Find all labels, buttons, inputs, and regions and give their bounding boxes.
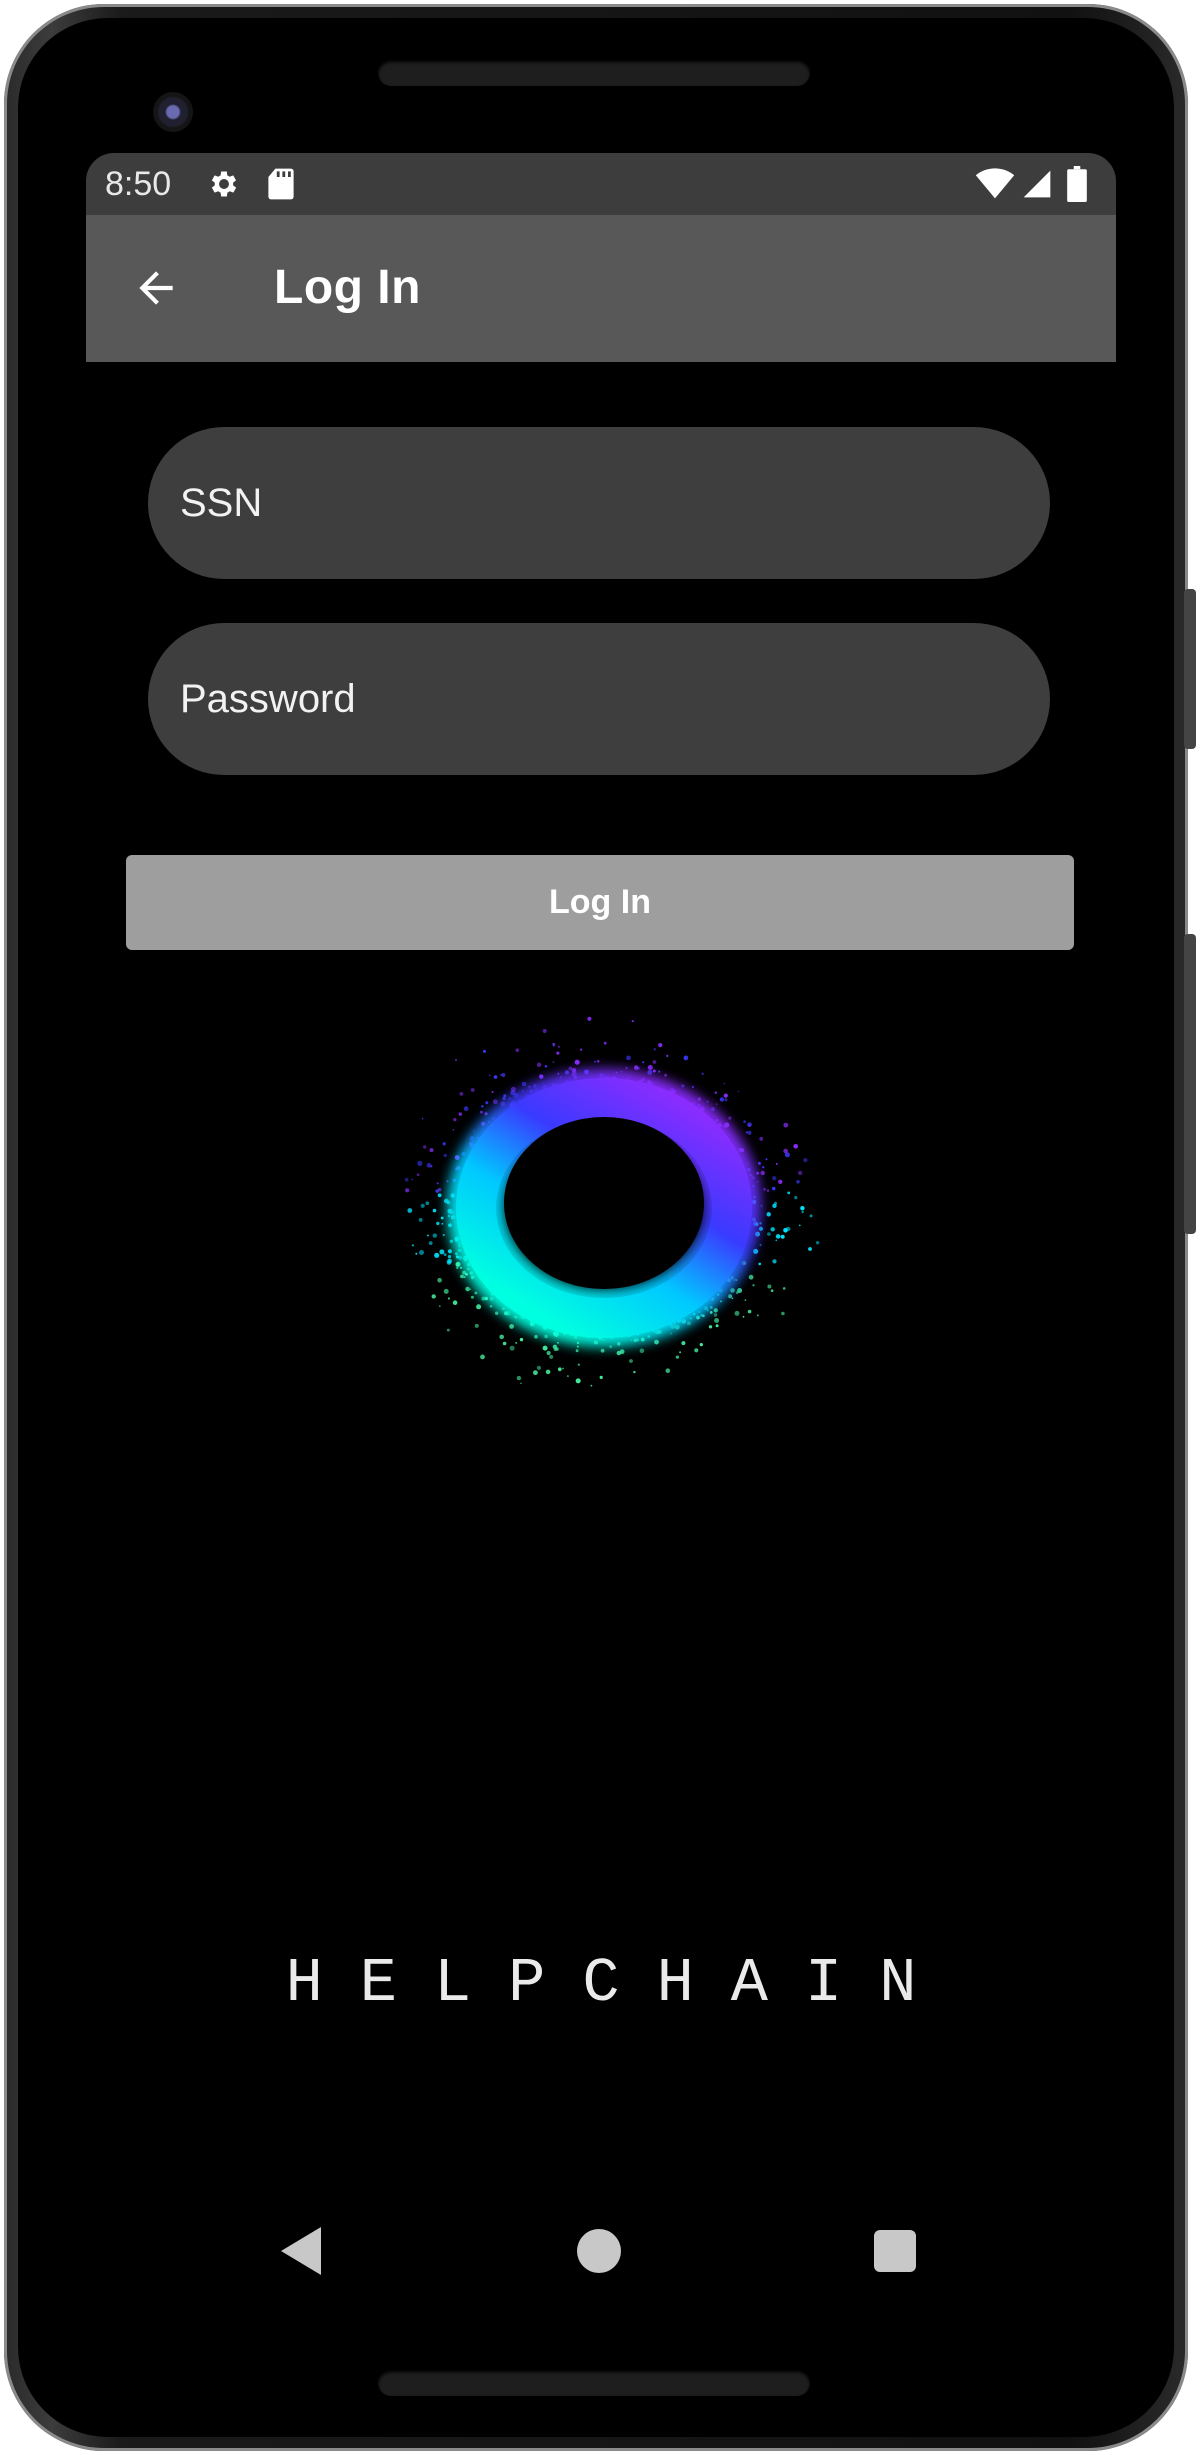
back-triangle-icon[interactable] bbox=[273, 2221, 333, 2281]
volume-button bbox=[1184, 934, 1196, 1234]
status-time: 8:50 bbox=[105, 165, 172, 203]
navigation-bar bbox=[86, 2173, 1116, 2333]
brand-name: HELPCHAIN bbox=[285, 1948, 954, 2019]
password-input[interactable] bbox=[148, 623, 1050, 775]
battery-icon bbox=[1062, 166, 1092, 202]
page-title: Log In bbox=[274, 261, 421, 314]
bottom-speaker bbox=[378, 2370, 810, 2396]
status-bar: 8:50 bbox=[86, 153, 1116, 215]
recents-square-icon[interactable] bbox=[865, 2221, 925, 2281]
power-button bbox=[1184, 589, 1196, 749]
top-speaker bbox=[378, 60, 810, 86]
sd-card-icon bbox=[266, 167, 296, 201]
ssn-input[interactable] bbox=[148, 427, 1050, 579]
log-in-button[interactable]: Log In bbox=[126, 855, 1074, 950]
arrow-left-icon[interactable] bbox=[131, 263, 181, 313]
home-circle-icon[interactable] bbox=[569, 2221, 629, 2281]
wifi-icon bbox=[974, 167, 1016, 201]
app-screen: 8:50 Log In SSN Log In HELPCHAIN bbox=[86, 153, 1116, 2333]
app-bar: Log In bbox=[86, 215, 1116, 362]
cell-signal-icon bbox=[1020, 167, 1054, 201]
particle-ring-logo bbox=[404, 1016, 820, 1387]
front-camera-icon bbox=[153, 92, 193, 132]
settings-gear-icon bbox=[204, 167, 244, 201]
